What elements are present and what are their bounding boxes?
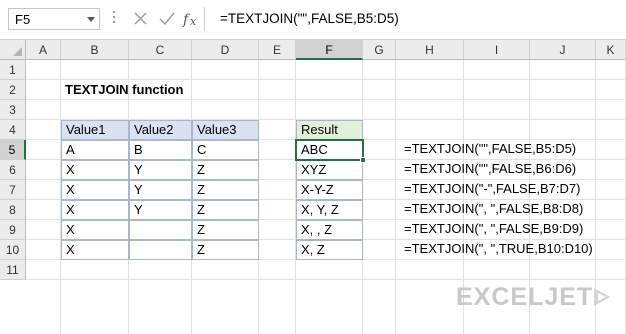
row-header-3[interactable]: 3 [0, 100, 26, 120]
table-cell[interactable]: C [192, 140, 259, 160]
table-cell[interactable]: A [61, 140, 129, 160]
logo-text: EXCELJET [456, 283, 594, 311]
table-cell[interactable]: Z [192, 200, 259, 220]
result-header-cell[interactable]: Result [296, 120, 363, 140]
column-header-j[interactable]: J [530, 40, 596, 60]
logo-mark-icon [592, 286, 612, 308]
table-cell[interactable]: Y [129, 200, 192, 220]
result-cell[interactable]: X, , Z [296, 220, 363, 240]
active-cell-border [295, 139, 364, 161]
exceljet-logo: EXCELJET [456, 283, 616, 311]
column-header-g[interactable]: G [363, 40, 396, 60]
table-cell[interactable]: Y [129, 160, 192, 180]
column-header-f[interactable]: F [296, 40, 363, 60]
select-all-button[interactable] [0, 40, 26, 60]
chevron-down-icon[interactable] [87, 17, 95, 22]
column-header-b[interactable]: B [61, 40, 129, 60]
formula-text-cell[interactable]: =TEXTJOIN("-",FALSE,B7:D7) [400, 180, 580, 200]
formula-text-cell[interactable]: =TEXTJOIN("",FALSE,B6:D6) [400, 160, 576, 180]
table-cell[interactable]: X [61, 200, 129, 220]
formula-text-cell[interactable]: =TEXTJOIN(", ",TRUE,B10:D10) [400, 240, 593, 260]
formula-text-cell[interactable]: =TEXTJOIN(", ",FALSE,B9:D9) [400, 220, 583, 240]
column-header-i[interactable]: I [464, 40, 530, 60]
formula-input[interactable]: =TEXTJOIN("",FALSE,B5:D5) [210, 8, 620, 30]
table-cell[interactable]: Y [129, 180, 192, 200]
row-header-7[interactable]: 7 [0, 180, 26, 200]
formula-text-cell[interactable]: =TEXTJOIN(", ",FALSE,B8:D8) [400, 200, 583, 220]
fx-icon[interactable]: f x [180, 8, 202, 30]
svg-text:x: x [190, 15, 197, 28]
column-header-k[interactable]: K [596, 40, 626, 60]
grid-vline [395, 60, 396, 334]
row-header-6[interactable]: 6 [0, 160, 26, 180]
table-cell[interactable]: X [61, 160, 129, 180]
row-header-5[interactable]: 5 [0, 140, 26, 160]
close-icon[interactable] [130, 8, 152, 30]
formula-text-cell[interactable]: =TEXTJOIN("",FALSE,B5:D5) [400, 140, 576, 160]
row-header-9[interactable]: 9 [0, 220, 26, 240]
result-cell[interactable]: X, Z [296, 240, 363, 260]
formula-bar-buttons: f x [124, 8, 204, 30]
fill-handle[interactable] [360, 157, 366, 163]
table-cell[interactable]: X [61, 180, 129, 200]
table-cell[interactable] [129, 240, 192, 260]
table-cell[interactable]: Z [192, 180, 259, 200]
table-cell[interactable]: B [129, 140, 192, 160]
grid-hline [26, 279, 626, 280]
row-header-2[interactable]: 2 [0, 80, 26, 100]
name-box-value: F5 [15, 12, 31, 27]
column-header-e[interactable]: E [259, 40, 296, 60]
column-header-c[interactable]: C [129, 40, 192, 60]
check-icon[interactable] [156, 8, 178, 30]
result-cell[interactable]: X, Y, Z [296, 200, 363, 220]
row-header-1[interactable]: 1 [0, 60, 26, 80]
formula-bar: F5 f x =TEXTJOIN("",FALSE,B5:D5) [0, 0, 626, 40]
row-header-4[interactable]: 4 [0, 120, 26, 140]
sheet-title: TEXTJOIN function [65, 82, 184, 97]
column-header-a[interactable]: A [26, 40, 61, 60]
table-header-cell[interactable]: Value3 [192, 120, 259, 140]
table-cell[interactable]: Z [192, 160, 259, 180]
formula-text: =TEXTJOIN("",FALSE,B5:D5) [220, 11, 399, 26]
result-cell[interactable]: X-Y-Z [296, 180, 363, 200]
drag-handle-icon[interactable] [112, 11, 116, 27]
column-header-d[interactable]: D [192, 40, 259, 60]
table-cell[interactable]: X [61, 220, 129, 240]
row-header-11[interactable]: 11 [0, 260, 26, 280]
row-header-8[interactable]: 8 [0, 200, 26, 220]
table-cell[interactable]: X [61, 240, 129, 260]
formula-bar-divider [204, 7, 205, 31]
name-box[interactable]: F5 [8, 8, 100, 30]
table-header-cell[interactable]: Value2 [129, 120, 192, 140]
column-header-h[interactable]: H [396, 40, 464, 60]
row-header-10[interactable]: 10 [0, 240, 26, 260]
table-header-cell[interactable]: Value1 [61, 120, 129, 140]
table-cell[interactable]: Z [192, 240, 259, 260]
result-cell[interactable]: XYZ [296, 160, 363, 180]
table-cell[interactable]: Z [192, 220, 259, 240]
table-cell[interactable] [129, 220, 192, 240]
